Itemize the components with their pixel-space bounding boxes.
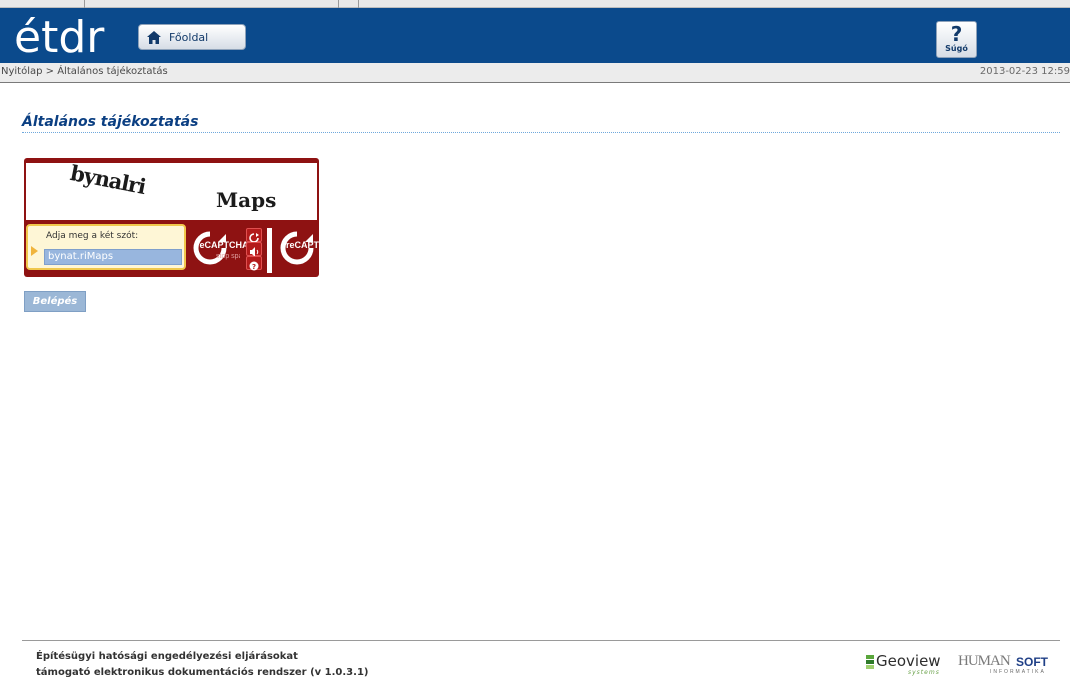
strip-divider — [338, 0, 339, 8]
footer-divider — [22, 640, 1060, 641]
humansoft-soft: SOFT — [1016, 655, 1048, 669]
home-icon — [147, 30, 161, 44]
captcha-image: bynalri Maps — [26, 159, 317, 220]
geoview-name: Geoview — [876, 652, 941, 670]
captcha-input[interactable]: bynat.riMaps — [44, 249, 182, 265]
captcha-answer-panel: Adja meg a két szót: bynat.riMaps — [26, 224, 186, 270]
recaptcha-brand: reCAPTCHA — [196, 240, 249, 250]
title-divider — [22, 132, 1060, 133]
logo-text: étdr — [14, 12, 105, 60]
footer-description: Építésügyi hatósági engedélyezési eljárá… — [36, 649, 368, 681]
help-button[interactable]: ? Súgó — [936, 21, 977, 58]
login-button[interactable]: Belépés — [24, 291, 86, 312]
question-icon: ? — [950, 22, 963, 46]
home-button[interactable]: Főoldal — [138, 24, 246, 50]
page-title: Általános tájékoztatás — [22, 114, 199, 130]
captcha-separator — [267, 228, 272, 273]
browser-top-strip — [0, 0, 1070, 8]
recaptcha-widget: bynalri Maps Adja meg a két szót: bynat.… — [24, 158, 319, 277]
etdr-logo[interactable]: étdr — [14, 12, 124, 60]
recaptcha-brand: reCAPTCHA — [286, 240, 319, 250]
geoview-sub: systems — [908, 669, 940, 676]
arrow-right-icon — [31, 246, 38, 256]
breadcrumb[interactable]: Nyitólap > Általános tájékoztatás — [1, 66, 168, 77]
recaptcha-tagline: stop spam. read books. — [216, 253, 240, 260]
breadcrumb-bar: Nyitólap > Általános tájékoztatás 2013-0… — [0, 63, 1070, 83]
home-button-label: Főoldal — [169, 30, 209, 44]
humansoft-human: HUMAN — [958, 653, 1011, 669]
svg-text:?: ? — [252, 263, 256, 271]
help-icon[interactable]: ? — [246, 256, 262, 271]
refresh-icon[interactable] — [246, 228, 262, 243]
app-header: étdr Főoldal ? Súgó — [0, 8, 1070, 63]
geoview-logo: Geoview systems — [866, 652, 954, 676]
captcha-word-1: bynalri — [68, 159, 148, 200]
strip-divider — [84, 0, 85, 8]
datetime-display: 2013-02-23 12:59 — [979, 66, 1070, 77]
footer-line-1: Építésügyi hatósági engedélyezési eljárá… — [36, 651, 298, 662]
strip-divider — [358, 0, 359, 8]
geoview-mark-icon — [866, 655, 874, 669]
humansoft-sub: INFORMATIKA — [990, 669, 1046, 675]
captcha-word-2: Maps — [216, 188, 277, 212]
help-button-label: Súgó — [945, 44, 968, 53]
audio-icon[interactable] — [246, 242, 262, 257]
captcha-prompt: Adja meg a két szót: — [46, 231, 139, 241]
humansoft-logo: HUMAN SOFT INFORMATIKA — [958, 652, 1058, 676]
